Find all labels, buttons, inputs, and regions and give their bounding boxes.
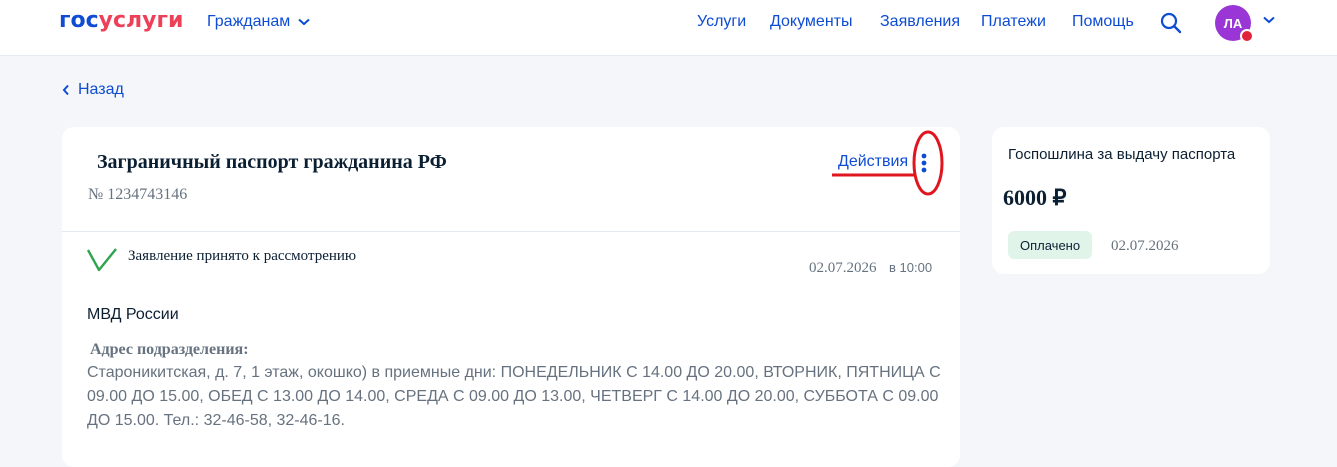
chevron-down-icon	[298, 18, 310, 26]
status-text: Заявление принято к рассмотрению	[128, 248, 357, 264]
nav-documents[interactable]: Документы	[770, 13, 852, 31]
paid-status-label: Оплачено	[1020, 237, 1081, 253]
avatar-initials: ЛА	[1223, 15, 1243, 31]
status-time: в 10:00	[889, 260, 933, 275]
citizens-menu[interactable]: Гражданам	[207, 13, 310, 31]
fee-date: 02.07.2026	[1111, 238, 1179, 254]
fee-title: Госпошлина за выдачу паспорта	[1008, 146, 1236, 163]
logo-part-gos: гос	[59, 8, 99, 33]
check-icon	[86, 248, 117, 272]
status-badge: Оплачено	[1008, 231, 1093, 259]
top-header: госуслуги Гражданам Услуги Документы Зая…	[0, 0, 1337, 56]
gosuslugi-logo[interactable]: госуслуги	[59, 8, 183, 33]
card-divider	[62, 231, 960, 232]
nav-help[interactable]: Помощь	[1072, 13, 1134, 31]
nav-applications[interactable]: Заявления	[880, 13, 960, 31]
address-text: Староникитская, д. 7, 1 этаж, окошко) в …	[87, 364, 941, 429]
logo-part-uslugi: услуги	[98, 8, 184, 33]
search-icon[interactable]	[1159, 11, 1183, 35]
back-label: Назад	[78, 81, 124, 98]
citizens-label: Гражданам	[207, 13, 291, 30]
more-options-icon[interactable]	[914, 148, 934, 178]
status-date: 02.07.2026	[809, 260, 877, 276]
application-title: Заграничный паспорт гражданина РФ	[97, 151, 447, 173]
chevron-left-icon	[62, 84, 69, 96]
fee-amount: 6000 ₽	[1003, 185, 1067, 210]
actions-button[interactable]: Действия	[838, 153, 908, 171]
notification-dot	[1240, 29, 1254, 43]
address-label: Адрес подразделения:	[90, 341, 249, 358]
profile-chevron-down-icon[interactable]	[1262, 15, 1276, 25]
nav-payments[interactable]: Платежи	[981, 13, 1046, 31]
application-number: № 1234743146	[88, 186, 188, 203]
back-link[interactable]: Назад	[62, 81, 124, 99]
organization-name: МВД России	[87, 306, 179, 323]
nav-services[interactable]: Услуги	[697, 13, 746, 31]
